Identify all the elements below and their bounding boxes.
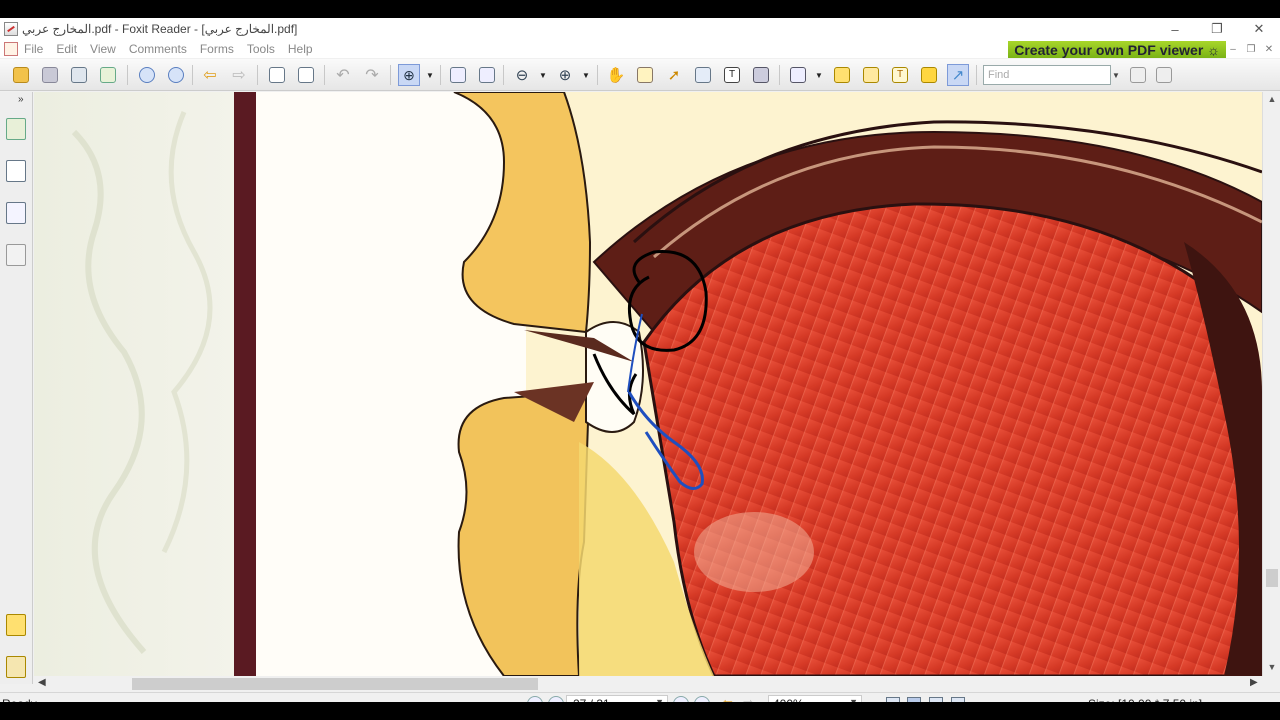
select-icon[interactable]: ➚ bbox=[663, 64, 685, 86]
scroll-down-icon[interactable]: ▼ bbox=[1263, 662, 1280, 672]
snapshot-icon[interactable] bbox=[750, 64, 772, 86]
horizontal-scrollbar[interactable]: ◀ ▶ bbox=[34, 676, 1262, 692]
select-text-icon[interactable] bbox=[634, 64, 656, 86]
layers-icon[interactable] bbox=[6, 202, 26, 224]
horizontal-scroll-thumb[interactable] bbox=[132, 678, 538, 690]
zoom-tool-dropdown-icon[interactable]: ▼ bbox=[424, 64, 436, 86]
hand-tool-icon[interactable]: ✋ bbox=[605, 64, 627, 86]
scroll-left-icon[interactable]: ◀ bbox=[38, 677, 46, 688]
zoom-in-icon[interactable]: ⊕ bbox=[554, 64, 576, 86]
menu-forms[interactable]: Forms bbox=[200, 42, 234, 56]
signatures-icon[interactable] bbox=[6, 244, 26, 266]
form-tool-dropdown-icon[interactable]: ▼ bbox=[813, 64, 825, 86]
foxit-reader-window: المخارج عربي.pdf - Foxit Reader - [المخا… bbox=[0, 18, 1280, 714]
email-icon[interactable] bbox=[97, 64, 119, 86]
undo-icon[interactable]: ↶ bbox=[332, 64, 354, 86]
highlight-icon[interactable] bbox=[831, 64, 853, 86]
menu-tools[interactable]: Tools bbox=[247, 42, 275, 56]
window-controls: – ❐ ✕ bbox=[1154, 18, 1280, 40]
zoom-in-tool-icon[interactable]: ⊕ bbox=[398, 64, 420, 86]
open-icon[interactable] bbox=[10, 64, 32, 86]
menu-comments[interactable]: Comments bbox=[129, 42, 187, 56]
comment-icon[interactable] bbox=[918, 64, 940, 86]
typewriter-icon[interactable]: T bbox=[889, 64, 911, 86]
pen-tool-icon[interactable]: ↗ bbox=[947, 64, 969, 86]
fit-page-icon[interactable] bbox=[447, 64, 469, 86]
back-icon[interactable]: ⇦ bbox=[199, 64, 221, 86]
title-bar: المخارج عربي.pdf - Foxit Reader - [المخا… bbox=[0, 18, 1280, 40]
maximize-button[interactable]: ❐ bbox=[1196, 18, 1238, 40]
screen-bottom-edge bbox=[0, 702, 1280, 720]
rotate-icon[interactable] bbox=[295, 64, 317, 86]
bookmarks-icon[interactable] bbox=[6, 118, 26, 140]
zoom-out-dropdown-icon[interactable]: ▼ bbox=[537, 64, 549, 86]
vertical-scrollbar[interactable]: ▲ ▼ bbox=[1262, 92, 1280, 676]
menu-edit[interactable]: Edit bbox=[56, 42, 77, 56]
text-tool-icon[interactable]: T bbox=[721, 64, 743, 86]
document-icon[interactable] bbox=[4, 42, 18, 56]
find-prev-icon[interactable] bbox=[1127, 64, 1149, 86]
note-icon[interactable] bbox=[860, 64, 882, 86]
find-dropdown-icon[interactable]: ▼ bbox=[1112, 65, 1122, 85]
form-tool-icon[interactable] bbox=[787, 64, 809, 86]
anatomy-illustration bbox=[34, 92, 1262, 676]
menu-help[interactable]: Help bbox=[288, 42, 313, 56]
navigation-panel: » bbox=[0, 92, 33, 684]
document-viewer[interactable] bbox=[34, 92, 1262, 676]
menu-file[interactable]: File bbox=[24, 42, 43, 56]
page-down-icon[interactable] bbox=[165, 64, 187, 86]
comments-panel-icon[interactable] bbox=[6, 614, 26, 636]
menu-view[interactable]: View bbox=[90, 42, 116, 56]
vertical-scroll-thumb[interactable] bbox=[1266, 569, 1278, 587]
panel-expand-icon[interactable]: » bbox=[18, 94, 24, 105]
create-pdf-viewer-promo[interactable]: Create your own PDF viewer ☼ bbox=[1008, 41, 1226, 58]
print-icon[interactable] bbox=[68, 64, 90, 86]
main-toolbar: ⇦ ⇨ ↶ ↷ ⊕ ▼ ⊖ ▼ ⊕ ▼ ✋ ➚ T ▼ T ↗ Find ▼ bbox=[0, 59, 1280, 91]
pages-icon[interactable] bbox=[6, 160, 26, 182]
minimize-button[interactable]: – bbox=[1154, 18, 1196, 40]
page-up-icon[interactable] bbox=[136, 64, 158, 86]
scroll-up-icon[interactable]: ▲ bbox=[1263, 94, 1280, 104]
menu-bar: File Edit View Comments Forms Tools Help… bbox=[0, 40, 1280, 58]
window-title: المخارج عربي.pdf - Foxit Reader - [المخا… bbox=[22, 22, 298, 36]
close-button[interactable]: ✕ bbox=[1238, 18, 1280, 40]
fit-width-icon[interactable] bbox=[476, 64, 498, 86]
find-input[interactable]: Find bbox=[983, 65, 1111, 85]
foxit-app-icon bbox=[4, 22, 18, 36]
zoom-in-dropdown-icon[interactable]: ▼ bbox=[580, 64, 592, 86]
extract-page-icon[interactable] bbox=[266, 64, 288, 86]
zoom-out-icon[interactable]: ⊖ bbox=[511, 64, 533, 86]
doc-close-button[interactable]: ✕ bbox=[1262, 42, 1276, 56]
attachments-icon[interactable] bbox=[6, 656, 26, 678]
scroll-right-icon[interactable]: ▶ bbox=[1250, 677, 1258, 688]
forward-icon[interactable]: ⇨ bbox=[228, 64, 250, 86]
doc-minimize-button[interactable]: – bbox=[1226, 42, 1240, 56]
document-window-controls: – ❐ ✕ bbox=[1226, 42, 1276, 56]
redo-icon[interactable]: ↷ bbox=[361, 64, 383, 86]
doc-restore-button[interactable]: ❐ bbox=[1244, 42, 1258, 56]
find-pages-icon[interactable] bbox=[692, 64, 714, 86]
save-icon[interactable] bbox=[39, 64, 61, 86]
find-next-icon[interactable] bbox=[1153, 64, 1175, 86]
